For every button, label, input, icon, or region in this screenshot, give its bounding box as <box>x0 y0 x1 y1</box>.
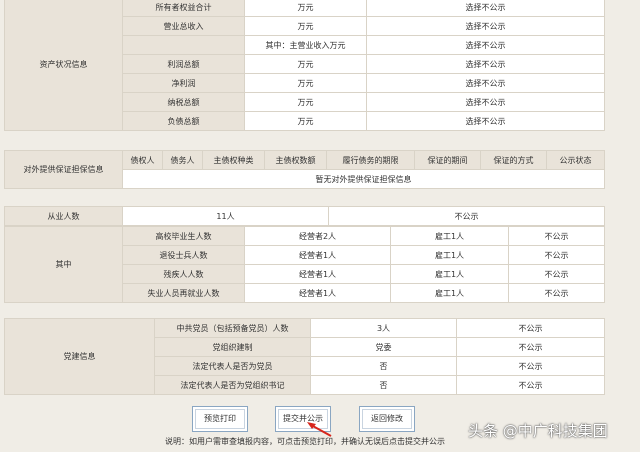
assets-category: 资产状况信息 <box>4 0 123 131</box>
row-label: 退役士兵人数 <box>122 245 245 265</box>
row-label: 失业人员再就业人数 <box>122 283 245 303</box>
preview-print-label: 预览打印 <box>204 414 236 423</box>
row-public: 选择不公示 <box>366 35 605 55</box>
row-value: 万元 <box>244 54 367 74</box>
row-public: 不公示 <box>456 318 605 338</box>
row-value: 3人 <box>310 318 457 338</box>
row-public: 不公示 <box>456 337 605 357</box>
employees-public: 不公示 <box>328 206 605 226</box>
table-row: 党建信息 中共党员（包括预备党员）人数 3人 不公示 <box>4 318 605 395</box>
party-category: 党建信息 <box>4 318 155 395</box>
column-header: 主债权数额 <box>264 150 327 170</box>
among-category: 其中 <box>4 226 123 303</box>
row-public: 选择不公示 <box>366 92 605 112</box>
row-label: 党组织建制 <box>154 337 311 357</box>
table-row: 从业人数 11人 不公示 <box>4 206 605 226</box>
row-label: 高校毕业生人数 <box>122 226 245 246</box>
row-label: 营业总收入 <box>122 16 245 36</box>
row-label: 净利润 <box>122 73 245 93</box>
column-header: 保证的期间 <box>414 150 481 170</box>
row-manager: 经营者1人 <box>244 283 391 303</box>
row-employee: 雇工1人 <box>390 245 509 265</box>
row-value: 否 <box>310 375 457 395</box>
row-manager: 经营者1人 <box>244 264 391 284</box>
row-public: 不公示 <box>508 264 605 284</box>
row-public: 选择不公示 <box>366 54 605 74</box>
row-label: 中共党员（包括预备党员）人数 <box>154 318 311 338</box>
row-public: 不公示 <box>456 375 605 395</box>
column-header: 债务人 <box>162 150 203 170</box>
row-value: 万元 <box>244 16 367 36</box>
row-public: 不公示 <box>508 245 605 265</box>
row-public: 不公示 <box>508 226 605 246</box>
row-employee: 雇工1人 <box>390 264 509 284</box>
row-public: 不公示 <box>456 356 605 376</box>
row-employee: 雇工1人 <box>390 226 509 246</box>
assets-table: 资产状况信息 所有者权益合计 万元 选择不公示 营业总收入 万元 选择不公示 其… <box>4 0 605 131</box>
row-label <box>122 35 245 55</box>
guarantee-table: 对外提供保证担保信息 债权人 债务人 主债权种类 主债权数额 履行债务的期限 保… <box>4 150 605 189</box>
among-table: 其中 高校毕业生人数 经营者2人 雇工1人 不公示 退役士兵人数 经营者1人 雇… <box>4 226 605 303</box>
row-value: 否 <box>310 356 457 376</box>
empty-message: 暂无对外提供保证担保信息 <box>122 169 605 189</box>
row-value: 其中：主营业收入万元 <box>244 35 367 55</box>
row-value: 党委 <box>310 337 457 357</box>
preview-print-button[interactable]: 预览打印 <box>192 406 248 432</box>
guarantee-category: 对外提供保证担保信息 <box>4 150 123 189</box>
row-public: 选择不公示 <box>366 16 605 36</box>
row-employee: 雇工1人 <box>390 283 509 303</box>
row-label: 纳税总额 <box>122 92 245 112</box>
row-label: 法定代表人是否为党组织书记 <box>154 375 311 395</box>
back-edit-label: 返回修改 <box>371 414 403 423</box>
row-manager: 经营者2人 <box>244 226 391 246</box>
column-header: 履行债务的期限 <box>326 150 415 170</box>
row-value: 万元 <box>244 92 367 112</box>
row-label: 负债总额 <box>122 111 245 131</box>
row-label: 利润总额 <box>122 54 245 74</box>
back-edit-button[interactable]: 返回修改 <box>359 406 415 432</box>
row-value: 万元 <box>244 73 367 93</box>
employees-value: 11人 <box>122 206 329 226</box>
column-header: 公示状态 <box>546 150 605 170</box>
column-header: 主债权种类 <box>202 150 265 170</box>
row-manager: 经营者1人 <box>244 245 391 265</box>
employees-label: 从业人数 <box>4 206 123 226</box>
row-value: 万元 <box>244 111 367 131</box>
row-public: 选择不公示 <box>366 73 605 93</box>
row-label: 法定代表人是否为党员 <box>154 356 311 376</box>
row-public: 不公示 <box>508 283 605 303</box>
table-header-row: 对外提供保证担保信息 债权人 债务人 主债权种类 主债权数额 履行债务的期限 保… <box>4 150 605 189</box>
row-public: 选择不公示 <box>366 0 605 17</box>
employees-table: 从业人数 11人 不公示 <box>4 206 605 226</box>
row-value: 万元 <box>244 0 367 17</box>
column-header: 保证的方式 <box>480 150 547 170</box>
party-table: 党建信息 中共党员（包括预备党员）人数 3人 不公示 党组织建制 党委 不公示 … <box>4 318 605 395</box>
table-row: 资产状况信息 所有者权益合计 万元 选择不公示 <box>4 0 605 131</box>
column-header: 债权人 <box>122 150 163 170</box>
watermark: 头条 @中广科技集团 <box>468 422 608 440</box>
row-label: 残疾人人数 <box>122 264 245 284</box>
row-label: 所有者权益合计 <box>122 0 245 17</box>
table-row: 其中 高校毕业生人数 经营者2人 雇工1人 不公示 <box>4 226 605 303</box>
row-public: 选择不公示 <box>366 111 605 131</box>
